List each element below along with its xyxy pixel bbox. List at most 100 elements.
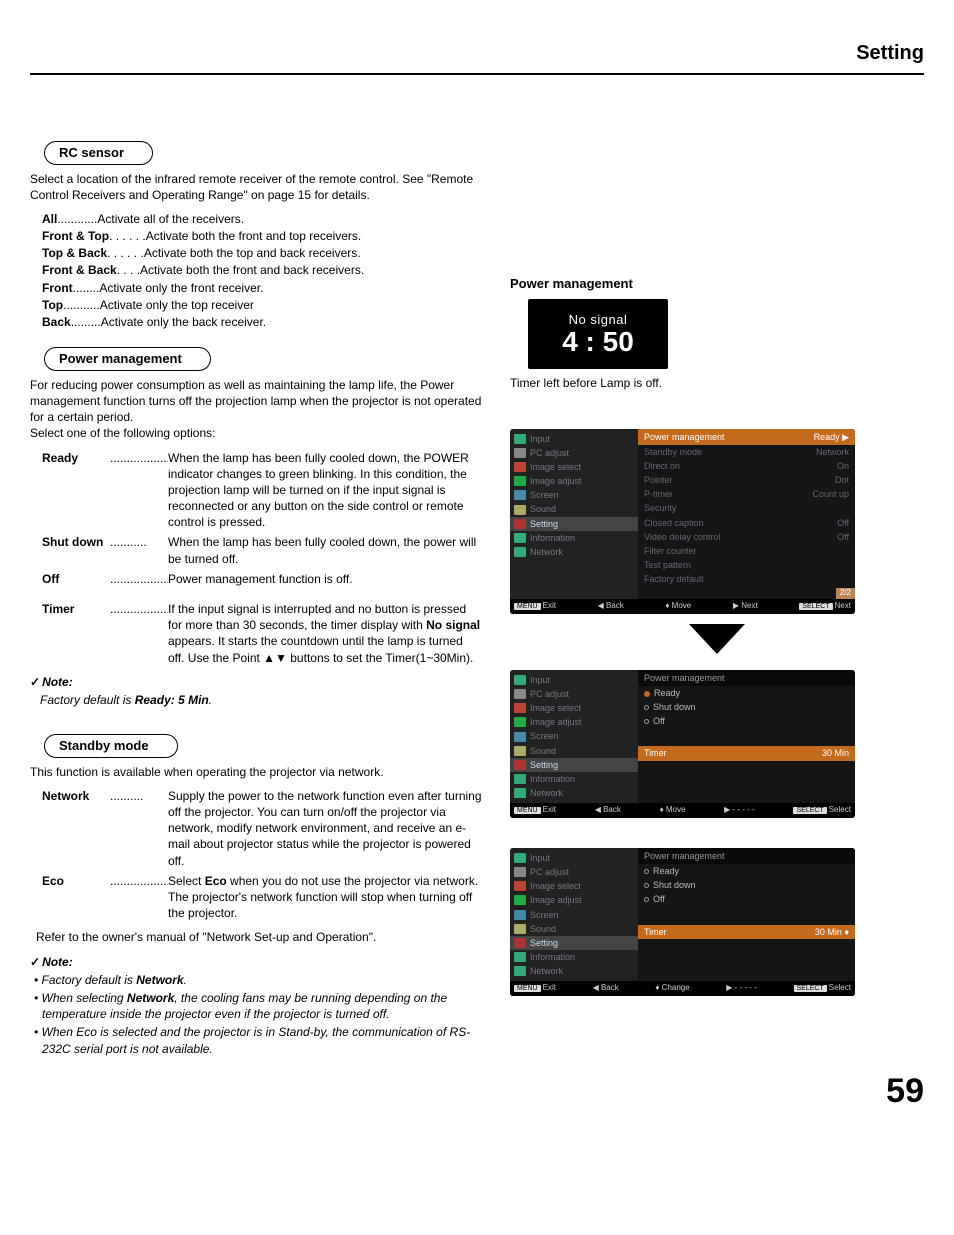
option-desc: Activate only the front receiver. xyxy=(99,280,263,296)
menu-side-item: Screen xyxy=(510,729,638,743)
def-dots: ................... xyxy=(110,873,168,889)
menu-main: Power managementReady ▶Standby modeNetwo… xyxy=(638,429,855,599)
menu-icon xyxy=(514,788,526,798)
menu-sidebar: InputPC adjustImage selectImage adjustSc… xyxy=(510,848,638,981)
standby-notes: • Factory default is Network. • When sele… xyxy=(30,972,482,1057)
menu-side-item: Sound xyxy=(510,502,638,516)
menu-icon xyxy=(514,910,526,920)
menu-icon xyxy=(514,853,526,863)
timer-row: Timer30 Min xyxy=(638,746,855,760)
rc-sensor-intro: Select a location of the infrared remote… xyxy=(30,171,482,203)
def-row: Network..........Supply the power to the… xyxy=(42,788,482,869)
menu-row: Test pattern xyxy=(638,558,855,572)
menu-side-item: Screen xyxy=(510,908,638,922)
option-dots: . . . . . . xyxy=(107,245,144,261)
rc-sensor-heading: RC sensor xyxy=(44,141,153,165)
note-item: • When Eco is selected and the projector… xyxy=(34,1024,482,1056)
menu-icon xyxy=(514,448,526,458)
def-term: Off xyxy=(42,571,110,587)
menu-side-item: Input xyxy=(510,851,638,865)
def-row: Off........................Power managem… xyxy=(42,571,482,587)
option-dots: . . . . xyxy=(117,262,140,278)
menu-main: Power managementReadyShut downOffTimer30… xyxy=(638,848,855,981)
option-dots: ........ xyxy=(73,280,100,296)
menu-row: Factory default xyxy=(638,572,855,586)
menu-row: PointerDot xyxy=(638,473,855,487)
def-desc: Power management function is off. xyxy=(168,571,482,587)
menu-footer: MENUExit◀ Back♦ Move▶ - - - - -SELECTSel… xyxy=(510,803,855,818)
def-term: Network xyxy=(42,788,110,804)
menu-icon xyxy=(514,547,526,557)
menu-side-item: Information xyxy=(510,772,638,786)
standby-refer: Refer to the owner's manual of "Network … xyxy=(36,929,482,945)
menu-side-item: Image adjust xyxy=(510,893,638,907)
menu-icon xyxy=(514,703,526,713)
menu-side-item: Image adjust xyxy=(510,715,638,729)
menu-sidebar: InputPC adjustImage selectImage adjustSc… xyxy=(510,429,638,599)
menu-option: Shut down xyxy=(638,878,855,892)
right-column: Power management No signal 4 : 50 Timer … xyxy=(510,135,924,1059)
menu-icon xyxy=(514,462,526,472)
power-mgmt-heading: Power management xyxy=(44,347,211,371)
menu-row: Video delay controlOff xyxy=(638,530,855,544)
menu-side-item: Sound xyxy=(510,922,638,936)
menu-icon xyxy=(514,952,526,962)
def-row: Ready..................When the lamp has… xyxy=(42,450,482,531)
arrow-down-icon xyxy=(689,624,745,654)
def-desc: Select Eco when you do not use the proje… xyxy=(168,873,482,922)
pm-note-head: ✓Note: xyxy=(30,674,482,690)
option-term: Top & Back xyxy=(42,245,107,261)
menu-row: Security xyxy=(638,501,855,515)
option-desc: Activate both the front and back receive… xyxy=(140,262,364,278)
menu-icon xyxy=(514,434,526,444)
note-item: • When selecting Network, the cooling fa… xyxy=(34,990,482,1022)
option-row: Top & Back . . . . . .Activate both the … xyxy=(42,245,482,261)
page-number: 59 xyxy=(30,1069,924,1115)
menu-footer: MENUExit◀ Back♦ Move▶ NextSELECTNext xyxy=(510,599,855,614)
menu-icon xyxy=(514,746,526,756)
def-term: Eco xyxy=(42,873,110,889)
menu-row: Direct onOn xyxy=(638,459,855,473)
def-dots: .......... xyxy=(110,788,168,804)
menu-icon xyxy=(514,717,526,727)
rc-sensor-options: All............Activate all of the recei… xyxy=(42,211,482,330)
note-item: • Factory default is Network. xyxy=(34,972,482,988)
def-dots: .................. xyxy=(110,450,168,466)
standby-intro: This function is available when operatin… xyxy=(30,764,482,780)
menu-screenshot-3: InputPC adjustImage selectImage adjustSc… xyxy=(510,848,855,996)
option-desc: Activate all of the receivers. xyxy=(97,211,244,227)
menu-side-item: PC adjust xyxy=(510,865,638,879)
option-dots: . . . . . . xyxy=(109,228,146,244)
def-desc: If the input signal is interrupted and n… xyxy=(168,601,482,666)
menu-side-item: Screen xyxy=(510,488,638,502)
def-desc: When the lamp has been fully cooled down… xyxy=(168,534,482,566)
menu-option: Ready xyxy=(638,686,855,700)
menu-icon xyxy=(514,881,526,891)
def-desc: When the lamp has been fully cooled down… xyxy=(168,450,482,531)
page-tag: 2/2 xyxy=(836,588,855,599)
menu-side-item: Network xyxy=(510,964,638,978)
option-term: Front & Back xyxy=(42,262,117,278)
option-desc: Activate only the top receiver xyxy=(100,297,254,313)
pm-note-body: Factory default is Ready: 5 Min. xyxy=(40,692,482,708)
menu-side-item: Setting xyxy=(510,517,638,531)
menu-side-item: Information xyxy=(510,950,638,964)
option-row: Front & Back . . . .Activate both the fr… xyxy=(42,262,482,278)
option-row: All............Activate all of the recei… xyxy=(42,211,482,227)
option-term: Back xyxy=(42,314,71,330)
menu-title: Power management xyxy=(638,670,855,686)
option-term: All xyxy=(42,211,57,227)
content-columns: RC sensor Select a location of the infra… xyxy=(30,135,924,1059)
menu-side-item: Information xyxy=(510,531,638,545)
def-dots: ........... xyxy=(110,534,168,550)
no-signal-display: No signal 4 : 50 xyxy=(528,299,668,369)
option-term: Top xyxy=(42,297,63,313)
power-mgmt-intro: For reducing power consumption as well a… xyxy=(30,377,482,442)
right-pm-title: Power management xyxy=(510,275,924,293)
menu-side-item: Network xyxy=(510,545,638,559)
menu-main: Power managementReadyShut downOffTimer30… xyxy=(638,670,855,803)
menu-side-item: PC adjust xyxy=(510,446,638,460)
menu-icon xyxy=(514,732,526,742)
menu-icon xyxy=(514,938,526,948)
menu-side-item: Setting xyxy=(510,936,638,950)
